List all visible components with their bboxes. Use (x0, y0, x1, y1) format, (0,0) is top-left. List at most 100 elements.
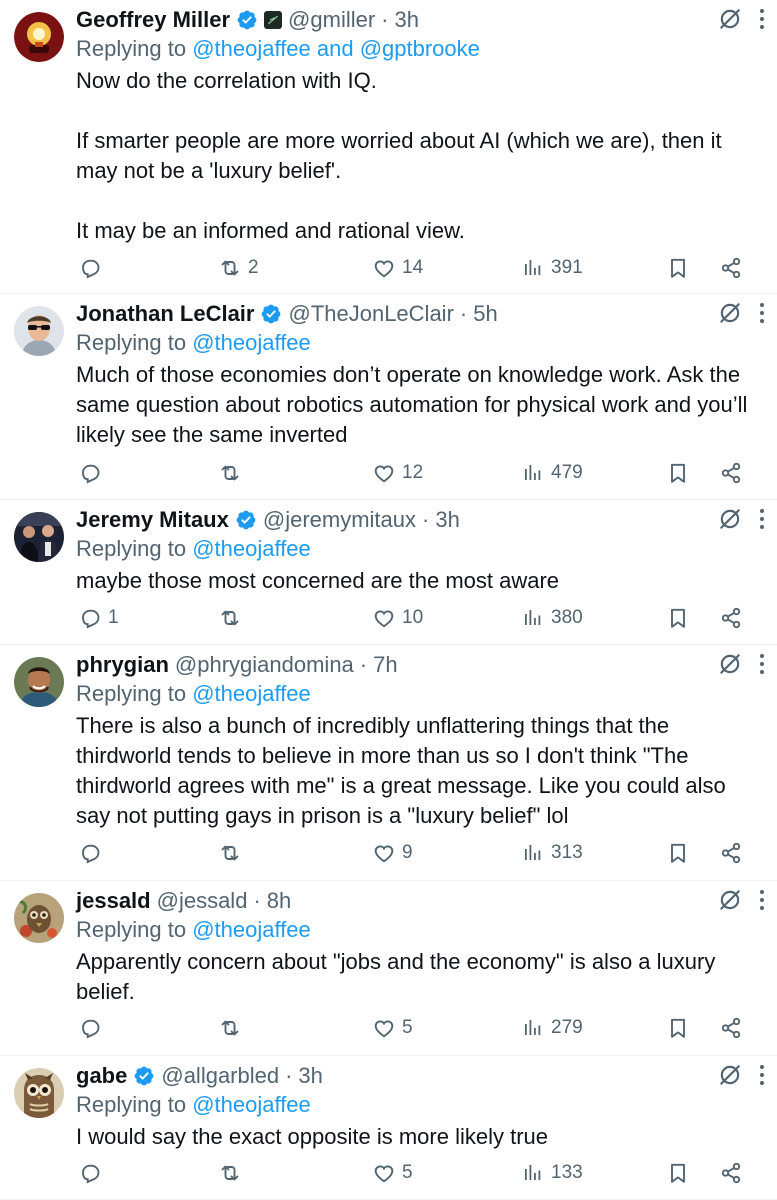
separator-dot: · (359, 652, 368, 677)
more-options-icon[interactable] (759, 301, 765, 325)
share-button[interactable] (719, 461, 743, 485)
bookmark-icon (666, 461, 690, 485)
grok-icon[interactable] (717, 887, 743, 913)
reply-tweet[interactable]: jessald @jessald · 8h Replying to @theoj… (0, 881, 777, 1056)
grok-icon[interactable] (717, 300, 743, 326)
reply-tweet[interactable]: Jeremy Mitaux @jeremymitaux · 3h Replyin… (0, 500, 777, 645)
display-name[interactable]: phrygian (76, 652, 169, 678)
tweet-actions: 5 279 (76, 1016, 765, 1046)
views-button[interactable]: 279 (521, 1016, 583, 1040)
bookmark-button[interactable] (666, 1016, 690, 1040)
display-name[interactable]: jessald (76, 888, 151, 914)
avatar[interactable] (14, 657, 64, 707)
retweet-button[interactable] (218, 606, 248, 630)
reply-button[interactable]: 1 (78, 606, 119, 630)
grok-icon[interactable] (717, 506, 743, 532)
tweet-header: Jonathan LeClair @TheJonLeClair · 5h (76, 300, 498, 328)
more-options-icon[interactable] (759, 1063, 765, 1087)
like-button[interactable]: 14 (372, 256, 423, 280)
more-options-icon[interactable] (759, 507, 765, 531)
display-name[interactable]: Geoffrey Miller (76, 7, 230, 33)
display-name[interactable]: Jonathan LeClair (76, 301, 254, 327)
retweet-button[interactable] (218, 841, 248, 865)
avatar[interactable] (14, 1068, 64, 1118)
like-button[interactable]: 5 (372, 1016, 413, 1040)
user-handle[interactable]: @allgarbled (161, 1063, 279, 1089)
retweet-button[interactable] (218, 461, 248, 485)
replying-to: Replying to @theojaffee (76, 330, 311, 356)
separator-dot: · (253, 888, 261, 913)
avatar[interactable] (14, 512, 64, 562)
bookmark-button[interactable] (666, 1161, 690, 1185)
like-button[interactable]: 12 (372, 461, 423, 485)
timestamp[interactable]: 8h (267, 888, 291, 914)
display-name[interactable]: Jeremy Mitaux (76, 507, 229, 533)
reply-button[interactable] (78, 1016, 108, 1040)
share-button[interactable] (719, 1016, 743, 1040)
reply-tweet[interactable]: Geoffrey Miller @gmiller · 3h Replying t… (0, 0, 777, 294)
reply-button[interactable] (78, 461, 108, 485)
like-button[interactable]: 5 (372, 1161, 413, 1185)
share-button[interactable] (719, 1161, 743, 1185)
display-name[interactable]: gabe (76, 1063, 127, 1089)
bookmark-icon (666, 1161, 690, 1185)
replying-to-handles[interactable]: @theojaffee (192, 330, 311, 355)
more-options-icon[interactable] (759, 7, 765, 31)
replying-to-handles[interactable]: @theojaffee (192, 536, 311, 561)
reply-button[interactable] (78, 256, 108, 280)
more-options-icon[interactable] (759, 652, 765, 676)
retweet-icon (218, 256, 242, 280)
replying-to-handles[interactable]: @theojaffee (192, 1092, 311, 1117)
timestamp[interactable]: 3h (435, 507, 459, 533)
replying-to-handles[interactable]: @theojaffee and @gptbrooke (192, 36, 480, 61)
avatar[interactable] (14, 893, 64, 943)
like-button[interactable]: 9 (372, 841, 413, 865)
timestamp[interactable]: 5h (473, 301, 497, 327)
avatar[interactable] (14, 12, 64, 62)
bookmark-button[interactable] (666, 606, 690, 630)
views-button[interactable]: 479 (521, 461, 583, 485)
retweet-button[interactable] (218, 1161, 248, 1185)
reply-button[interactable] (78, 841, 108, 865)
user-handle[interactable]: @jeremymitaux (263, 507, 416, 533)
retweet-button[interactable] (218, 1016, 248, 1040)
reply-tweet[interactable]: gabe @allgarbled · 3h Replying to @theoj… (0, 1056, 777, 1200)
grok-icon[interactable] (717, 6, 743, 32)
avatar[interactable] (14, 306, 64, 356)
views-button[interactable]: 313 (521, 841, 583, 865)
share-icon (719, 606, 743, 630)
reply-tweet[interactable]: phrygian @phrygiandomina · 7h Replying t… (0, 645, 777, 881)
user-handle[interactable]: @phrygiandomina (175, 652, 354, 678)
bookmark-button[interactable] (666, 461, 690, 485)
views-button[interactable]: 133 (521, 1161, 583, 1185)
user-handle[interactable]: @gmiller (288, 7, 375, 33)
user-handle[interactable]: @TheJonLeClair (288, 301, 453, 327)
replying-to-label: Replying to (76, 917, 187, 942)
view-count: 133 (551, 1162, 583, 1183)
timestamp[interactable]: 7h (373, 652, 397, 678)
bookmark-button[interactable] (666, 841, 690, 865)
timestamp[interactable]: 3h (298, 1063, 322, 1089)
more-options-icon[interactable] (759, 888, 765, 912)
share-button[interactable] (719, 841, 743, 865)
views-button[interactable]: 380 (521, 606, 583, 630)
retweet-icon (218, 606, 242, 630)
share-button[interactable] (719, 256, 743, 280)
views-button[interactable]: 391 (521, 256, 583, 280)
grok-icon[interactable] (717, 1062, 743, 1088)
timestamp[interactable]: 3h (395, 7, 419, 33)
like-button[interactable]: 10 (372, 606, 423, 630)
views-chart-icon (521, 606, 545, 630)
tweet-top-icons (717, 1062, 765, 1088)
replying-to-handles[interactable]: @theojaffee (192, 681, 311, 706)
user-handle[interactable]: @jessald (157, 888, 248, 914)
share-button[interactable] (719, 606, 743, 630)
grok-icon[interactable] (717, 651, 743, 677)
retweet-button[interactable]: 2 (218, 256, 259, 280)
replying-to-label: Replying to (76, 330, 187, 355)
tweet-text: maybe those most concerned are the most … (76, 568, 560, 593)
bookmark-button[interactable] (666, 256, 690, 280)
reply-button[interactable] (78, 1161, 108, 1185)
replying-to-handles[interactable]: @theojaffee (192, 917, 311, 942)
reply-tweet[interactable]: Jonathan LeClair @TheJonLeClair · 5h Rep… (0, 294, 777, 500)
